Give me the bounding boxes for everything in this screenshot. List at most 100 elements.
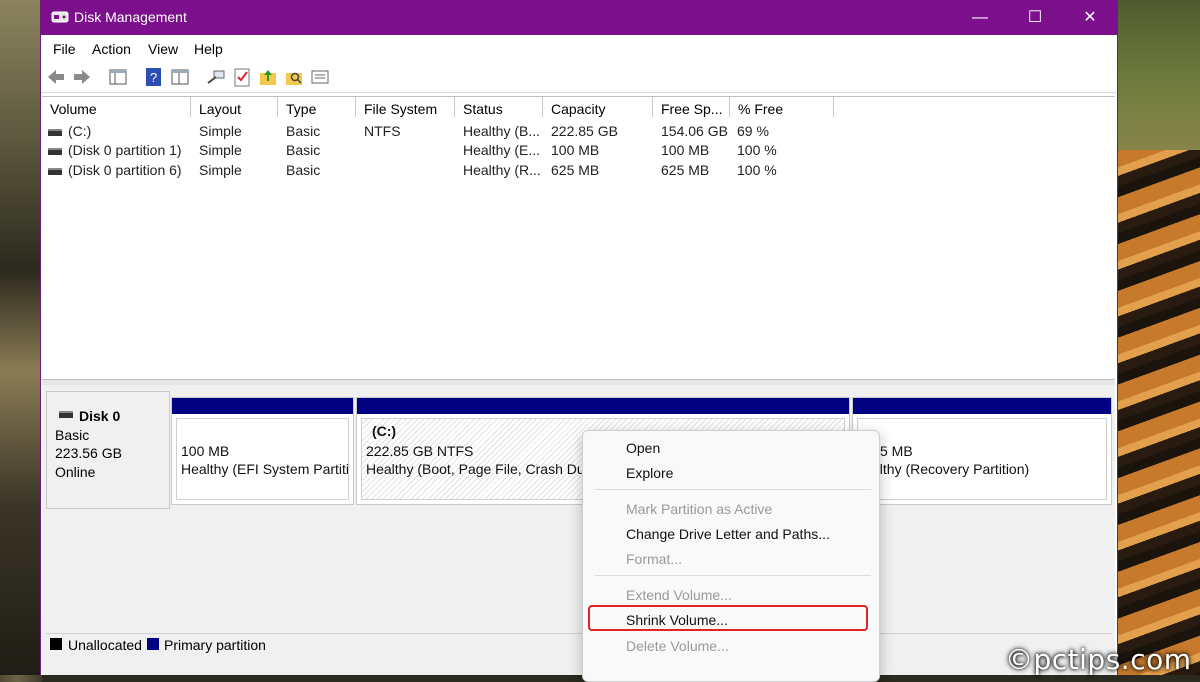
maximize-button[interactable]: ☐ <box>1008 0 1062 35</box>
column-header-volume[interactable]: Volume <box>42 97 191 117</box>
cell-percent-free: 100 % <box>737 142 777 158</box>
partition-size: 100 MB <box>181 443 230 459</box>
list-view-icon[interactable] <box>309 66 331 88</box>
cell-capacity: 625 MB <box>551 162 600 178</box>
disk-graphical-view: Disk 0 Basic 223.56 GB Online 100 MB Hea… <box>42 385 1115 675</box>
table-row[interactable]: (Disk 0 partition 6) <box>48 162 182 178</box>
menu-item-change-drive-letter[interactable]: Change Drive Letter and Paths... <box>626 526 830 542</box>
cell-status: Healthy (B... <box>463 123 541 139</box>
menu-help[interactable]: Help <box>194 41 223 57</box>
partition-body: 100 MB Healthy (EFI System Partitio <box>176 418 349 500</box>
volume-list: Volume Layout Type File System Status Ca… <box>42 96 1115 380</box>
svg-text:?: ? <box>150 70 157 85</box>
cell-free-space: 100 MB <box>661 142 710 158</box>
column-header-file-system[interactable]: File System <box>356 97 455 117</box>
desktop-background-right-top <box>1116 0 1200 150</box>
back-arrow-icon[interactable] <box>45 66 67 88</box>
primary-partition-swatch <box>147 638 159 650</box>
partition-recovery[interactable]: 5 MB althy (Recovery Partition) <box>852 397 1112 505</box>
cell-type: Basic <box>286 123 321 139</box>
partition-bar <box>357 398 849 414</box>
column-header-free-space[interactable]: Free Sp... <box>653 97 730 117</box>
partition-status: Healthy (EFI System Partitio <box>181 461 349 477</box>
unallocated-swatch <box>50 638 62 650</box>
menu-item-format: Format... <box>626 551 683 567</box>
column-header-percent-free[interactable]: % Free <box>730 97 834 117</box>
partition-body: 5 MB althy (Recovery Partition) <box>857 418 1107 500</box>
volume-name: (Disk 0 partition 1) <box>68 142 182 158</box>
menu-item-extend-volume: Extend Volume... <box>626 587 732 603</box>
cell-layout: Simple <box>199 123 242 139</box>
connect-icon[interactable] <box>205 66 227 88</box>
cell-capacity: 100 MB <box>551 142 600 158</box>
disk-status: Online <box>55 464 96 480</box>
menu-item-explore[interactable]: Explore <box>626 465 673 481</box>
forward-arrow-icon[interactable] <box>71 66 93 88</box>
disk-name: Disk 0 <box>79 408 121 424</box>
console-tree-icon[interactable] <box>107 66 129 88</box>
cell-file-system: NTFS <box>364 123 401 139</box>
cell-status: Healthy (R... <box>463 162 541 178</box>
context-menu: Open Explore Mark Partition as Active Ch… <box>582 430 880 682</box>
disk-management-window: Disk Management — ☐ ✕ File Action View H… <box>40 0 1118 675</box>
menu-bar: File Action View Help <box>41 35 1117 62</box>
disk-icon <box>59 411 73 418</box>
menu-item-delete-volume: Delete Volume... <box>626 638 729 654</box>
cell-percent-free: 69 % <box>737 123 769 139</box>
partition-bar <box>172 398 353 414</box>
properties-icon[interactable] <box>169 66 191 88</box>
partition-efi[interactable]: 100 MB Healthy (EFI System Partitio <box>171 397 354 505</box>
cell-capacity: 222.85 GB <box>551 123 618 139</box>
cell-status: Healthy (E... <box>463 142 541 158</box>
desktop-background-left <box>0 0 42 675</box>
menu-item-mark-active: Mark Partition as Active <box>626 501 773 517</box>
minimize-button[interactable]: — <box>953 0 1007 35</box>
column-header-capacity[interactable]: Capacity <box>543 97 653 117</box>
checklist-icon[interactable] <box>231 66 253 88</box>
up-arrow-folder-icon[interactable] <box>257 66 279 88</box>
legend-primary: Primary partition <box>164 637 266 653</box>
partition-status: Healthy (Boot, Page File, Crash Dum <box>366 461 597 477</box>
menu-item-shrink-volume[interactable]: Shrink Volume... <box>626 612 728 628</box>
watermark: ©pctips.com <box>1005 643 1192 676</box>
menu-file[interactable]: File <box>53 41 76 57</box>
cell-free-space: 625 MB <box>661 162 710 178</box>
legend: Unallocated Primary partition <box>46 633 1112 654</box>
window-title: Disk Management <box>74 9 187 25</box>
partition-title: (C:) <box>372 423 397 439</box>
volume-name: (C:) <box>68 123 92 139</box>
menu-separator <box>595 575 871 576</box>
volume-icon <box>48 167 62 175</box>
disk-management-icon <box>51 11 69 23</box>
cell-layout: Simple <box>199 162 242 178</box>
column-header-type[interactable]: Type <box>278 97 356 117</box>
menu-item-open[interactable]: Open <box>626 440 660 456</box>
legend-unallocated: Unallocated <box>68 637 142 653</box>
close-button[interactable]: ✕ <box>1063 0 1117 35</box>
help-icon[interactable]: ? <box>143 66 165 88</box>
partition-size: 5 MB <box>880 443 913 459</box>
column-header-layout[interactable]: Layout <box>191 97 278 117</box>
title-bar[interactable]: Disk Management — ☐ ✕ <box>41 0 1117 35</box>
disk-info-panel[interactable]: Disk 0 Basic 223.56 GB Online <box>46 391 170 509</box>
menu-separator <box>595 489 871 490</box>
menu-view[interactable]: View <box>148 41 178 57</box>
partition-status: althy (Recovery Partition) <box>872 461 1030 477</box>
disk-type: Basic <box>55 427 90 443</box>
cell-type: Basic <box>286 162 321 178</box>
menu-action[interactable]: Action <box>92 41 131 57</box>
partition-bar <box>853 398 1111 414</box>
cell-layout: Simple <box>199 142 242 158</box>
cell-free-space: 154.06 GB <box>661 123 728 139</box>
table-row[interactable]: (Disk 0 partition 1) <box>48 142 182 158</box>
partition-size: 222.85 GB NTFS <box>366 443 474 459</box>
cell-type: Basic <box>286 142 321 158</box>
disk-size: 223.56 GB <box>55 445 122 461</box>
toolbar: ? <box>41 62 1117 93</box>
volume-icon <box>48 147 62 155</box>
search-folder-icon[interactable] <box>283 66 305 88</box>
table-row[interactable]: (C:) <box>48 123 91 139</box>
volume-icon <box>48 128 62 136</box>
column-header-status[interactable]: Status <box>455 97 543 117</box>
volume-name: (Disk 0 partition 6) <box>68 162 182 178</box>
